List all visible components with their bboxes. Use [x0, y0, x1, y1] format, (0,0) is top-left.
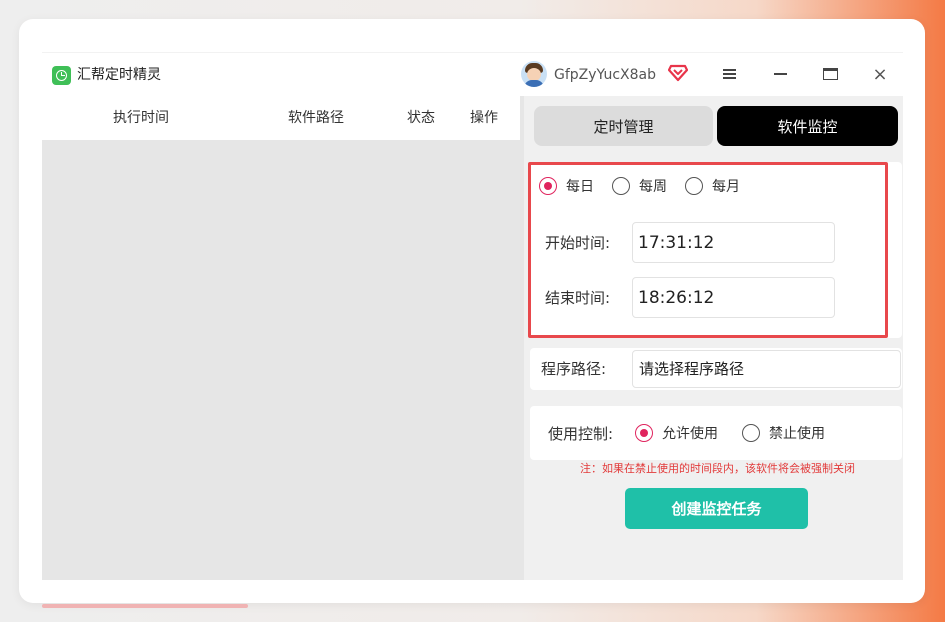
end-time-label: 结束时间:: [545, 289, 611, 307]
tab-software-monitor[interactable]: 软件监控: [717, 106, 898, 146]
maximize-icon[interactable]: [819, 63, 841, 85]
radio-monthly-label[interactable]: 每月: [712, 179, 740, 195]
radio-weekly[interactable]: [612, 177, 630, 195]
radio-forbid-use-label[interactable]: 禁止使用: [769, 426, 825, 442]
title-bar: 汇帮定时精灵 GfpZyYucX8ab ×: [42, 52, 903, 96]
radio-weekly-label[interactable]: 每周: [639, 179, 667, 195]
decorative-underline: [42, 604, 248, 608]
app-window: 汇帮定时精灵 GfpZyYucX8ab × 执行时间 软件路径 状态 操作 定时…: [42, 52, 903, 580]
header-status: 状态: [407, 110, 435, 126]
create-monitor-task-button[interactable]: 创建监控任务: [625, 488, 808, 529]
alarm-clock-icon: [52, 66, 71, 85]
header-exec-time: 执行时间: [113, 110, 169, 126]
tab-timer-management[interactable]: 定时管理: [534, 106, 713, 146]
radio-forbid-use[interactable]: [742, 424, 760, 442]
username[interactable]: GfpZyYucX8ab: [554, 66, 656, 84]
task-list-panel: 执行时间 软件路径 状态 操作: [42, 96, 524, 580]
close-icon[interactable]: ×: [869, 63, 891, 85]
program-path-label: 程序路径:: [541, 360, 607, 378]
header-software-path: 软件路径: [288, 110, 344, 126]
start-time-label: 开始时间:: [545, 234, 611, 252]
minimize-icon[interactable]: [769, 63, 791, 85]
radio-monthly[interactable]: [685, 177, 703, 195]
warning-note: 注：如果在禁止使用的时间段内，该软件将会被强制关闭: [580, 462, 855, 475]
header-action: 操作: [470, 110, 498, 126]
table-header: 执行时间 软件路径 状态 操作: [42, 96, 520, 140]
program-path-field[interactable]: 请选择程序路径: [632, 350, 901, 388]
vip-diamond-icon[interactable]: [668, 64, 688, 82]
menu-icon[interactable]: [718, 63, 740, 85]
app-title: 汇帮定时精灵: [77, 67, 161, 83]
end-time-input[interactable]: 18:26:12: [632, 277, 835, 318]
start-time-input[interactable]: 17:31:12: [632, 222, 835, 263]
radio-allow-use-label[interactable]: 允许使用: [662, 426, 718, 442]
usage-control-label: 使用控制:: [548, 425, 614, 443]
radio-daily[interactable]: [539, 177, 557, 195]
radio-daily-label[interactable]: 每日: [566, 179, 594, 195]
avatar[interactable]: [521, 61, 547, 87]
radio-allow-use[interactable]: [635, 424, 653, 442]
